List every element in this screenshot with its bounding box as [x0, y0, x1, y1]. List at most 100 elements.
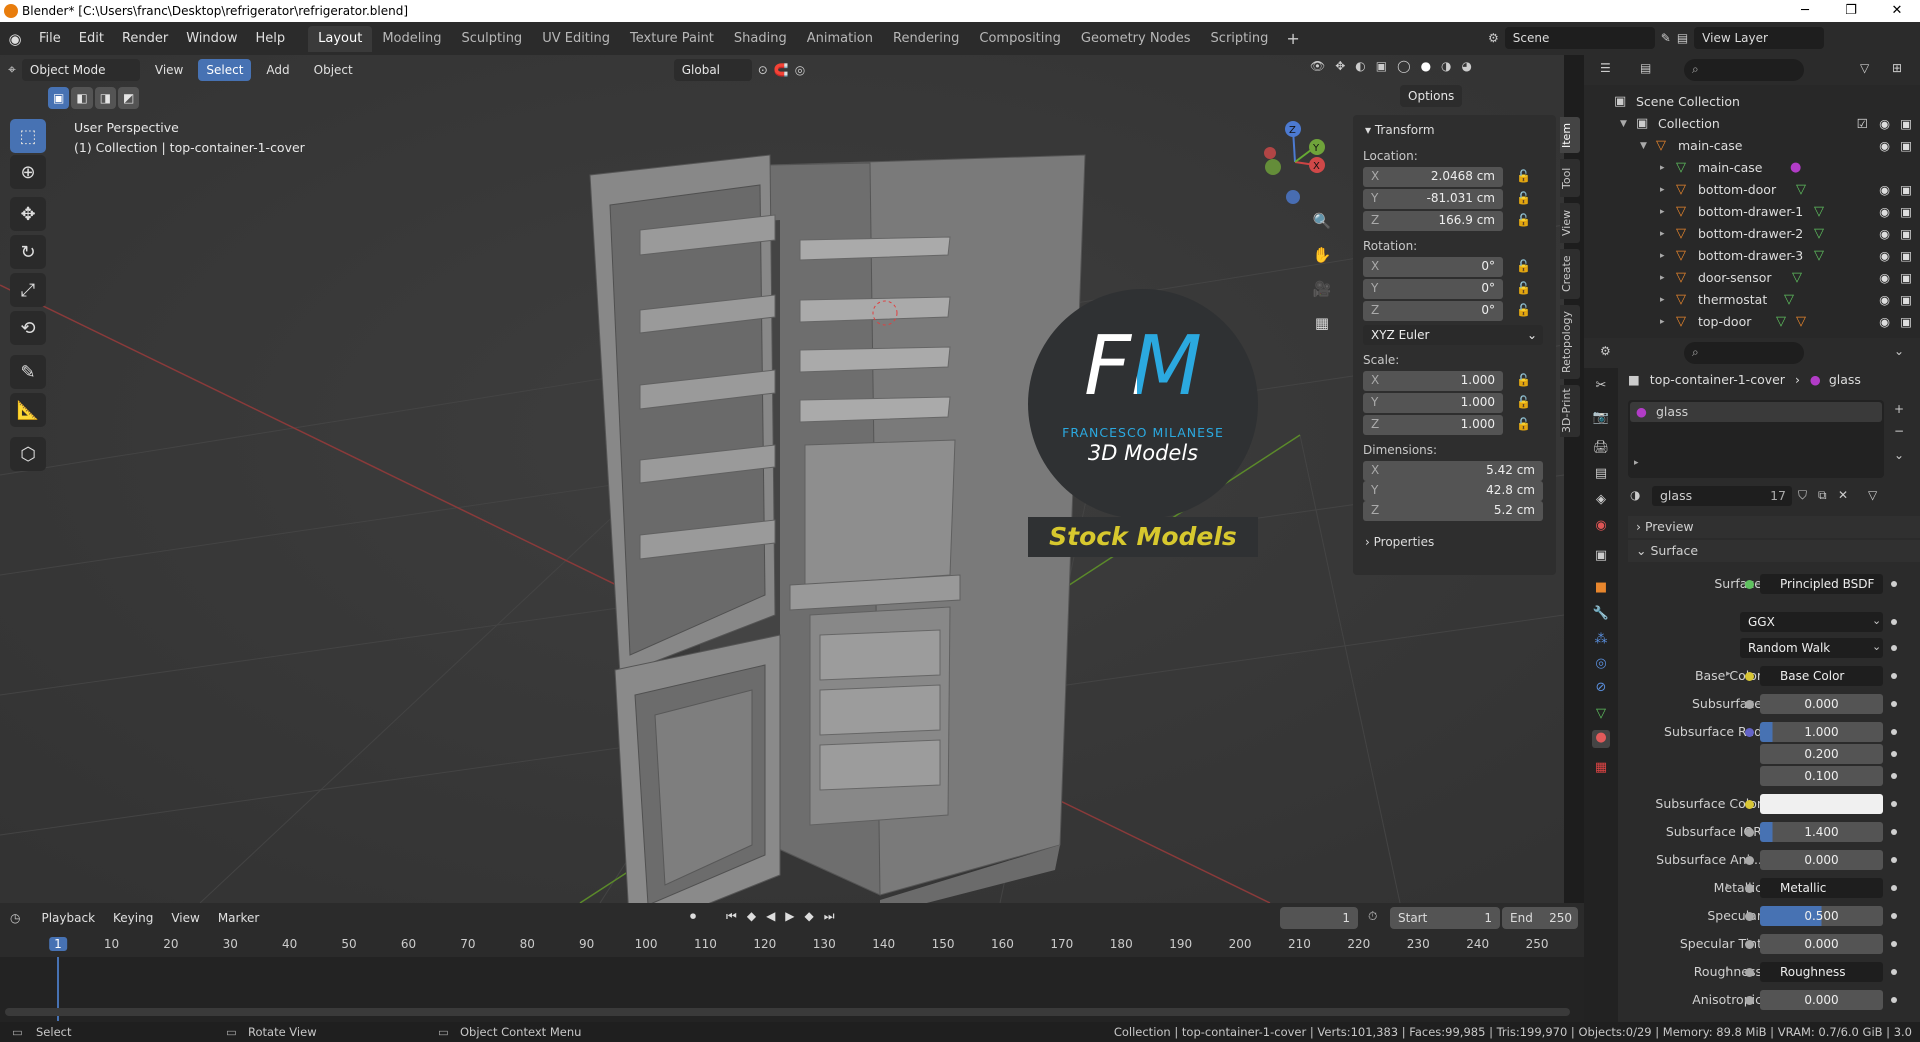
- view-layer-selector[interactable]: View Layer: [1694, 27, 1825, 49]
- camera-icon[interactable]: ▣: [1900, 113, 1912, 135]
- property-field[interactable]: 0.500: [1760, 906, 1883, 926]
- scale-y-field[interactable]: Y 1.000: [1363, 393, 1503, 413]
- start-frame-field[interactable]: Start 1: [1390, 907, 1500, 929]
- add-cube-tool[interactable]: ⬡: [10, 437, 46, 471]
- end-frame-field[interactable]: End 250: [1502, 907, 1578, 929]
- tab-item[interactable]: Item: [1560, 117, 1580, 153]
- transform-header[interactable]: ▾ Transform: [1365, 123, 1435, 137]
- timeline-ruler[interactable]: 1 10 20 30 40 50 60 70 80 90 100 110 120 130 140 150 160…: [0, 933, 1584, 957]
- socket-icon[interactable]: [1745, 996, 1754, 1005]
- timeline-editor[interactable]: ◷ Playback Keying View Marker ⏺ ⏮ ◆ ◀ ▶ …: [0, 903, 1584, 1022]
- tab-layout[interactable]: Layout: [308, 25, 373, 52]
- socket-icon[interactable]: [1745, 672, 1754, 681]
- scale-z-field[interactable]: Z 1.000: [1363, 415, 1503, 435]
- tab-tool[interactable]: Tool: [1560, 159, 1580, 197]
- camera-icon[interactable]: ▣: [1900, 289, 1912, 311]
- navigation-gizmo[interactable]: Z X Y: [1255, 117, 1335, 207]
- frame-tick[interactable]: 170: [1050, 937, 1073, 951]
- rotation-mode-select[interactable]: XYZ Euler ⌄: [1363, 325, 1543, 345]
- tab-compositing[interactable]: Compositing: [969, 26, 1071, 52]
- outliner-item[interactable]: ▸ ▽ main-case ●: [1584, 157, 1920, 179]
- viewport-menu-object[interactable]: Object: [305, 58, 362, 82]
- outliner-item[interactable]: ▸ ▽ door-sensor ▽ ◉ ▣: [1584, 267, 1920, 289]
- property-field[interactable]: [1760, 794, 1883, 814]
- select-extend-icon[interactable]: ◧: [71, 87, 93, 109]
- add-workspace-icon[interactable]: +: [1278, 29, 1307, 48]
- property-field[interactable]: 0.000: [1760, 850, 1883, 870]
- view-layer-icon[interactable]: ▤: [1677, 31, 1688, 45]
- select-subtract-icon[interactable]: ◨: [94, 87, 117, 109]
- socket-icon[interactable]: [1745, 828, 1754, 837]
- keyframe-dot-icon[interactable]: [1891, 941, 1897, 947]
- keyframe-dot-icon[interactable]: [1891, 581, 1897, 587]
- ortho-grid-icon[interactable]: ▦: [1308, 309, 1336, 337]
- lock-icon[interactable]: 🔓: [1516, 281, 1531, 295]
- property-field[interactable]: 0.100: [1760, 766, 1883, 786]
- lock-icon[interactable]: 🔓: [1516, 373, 1531, 387]
- eye-icon[interactable]: ◉: [1879, 245, 1890, 267]
- properties-subpanel[interactable]: › Properties: [1365, 535, 1434, 549]
- eye-icon[interactable]: ◉: [1879, 223, 1890, 245]
- tab-rendering[interactable]: Rendering: [883, 26, 969, 52]
- lock-icon[interactable]: 🔓: [1516, 213, 1531, 227]
- next-keyframe-icon[interactable]: ◆: [805, 909, 814, 924]
- camera-icon[interactable]: ▣: [1900, 179, 1912, 201]
- close-button[interactable]: ✕: [1874, 0, 1920, 22]
- frame-tick[interactable]: 60: [401, 937, 416, 951]
- menu-render[interactable]: Render: [113, 27, 177, 51]
- keyframe-dot-icon[interactable]: [1891, 673, 1897, 679]
- refrigerator-model[interactable]: [589, 154, 1086, 903]
- socket-icon[interactable]: [1745, 856, 1754, 865]
- scene-selector[interactable]: Scene: [1504, 27, 1655, 49]
- property-field[interactable]: Metallic: [1760, 878, 1883, 898]
- mode-selector[interactable]: Object Mode: [21, 59, 140, 81]
- frame-tick[interactable]: 10: [104, 937, 119, 951]
- keying-menu[interactable]: Keying: [104, 906, 162, 930]
- options-dropdown[interactable]: Options: [1400, 85, 1463, 107]
- eye-icon[interactable]: ◉: [1879, 289, 1890, 311]
- camera-icon[interactable]: ▣: [1900, 311, 1912, 333]
- tab-geometry-nodes[interactable]: Geometry Nodes: [1071, 26, 1201, 52]
- measure-tool[interactable]: 📐: [10, 393, 46, 427]
- socket-icon[interactable]: [1745, 580, 1754, 589]
- frame-tick[interactable]: 250: [1526, 937, 1549, 951]
- frame-tick[interactable]: 120: [753, 937, 776, 951]
- rotate-tool[interactable]: ↻: [10, 235, 46, 269]
- keyframe-dot-icon[interactable]: [1891, 645, 1897, 651]
- playback-menu[interactable]: Playback: [32, 906, 104, 930]
- outliner-editor-icon[interactable]: ☰: [1600, 61, 1611, 75]
- frame-tick[interactable]: 110: [694, 937, 717, 951]
- property-field[interactable]: 0.000: [1760, 934, 1883, 954]
- property-field[interactable]: Base Color: [1760, 666, 1883, 686]
- frame-tick[interactable]: 1: [49, 937, 67, 951]
- lock-icon[interactable]: 🔓: [1516, 259, 1531, 273]
- timeline-view-menu[interactable]: View: [162, 906, 208, 930]
- frame-tick[interactable]: 220: [1347, 937, 1370, 951]
- outliner-item[interactable]: ▸ ▽ thermostat ▽ ◉ ▣: [1584, 289, 1920, 311]
- keyframe-dot-icon[interactable]: [1891, 969, 1897, 975]
- camera-icon[interactable]: ▣: [1900, 201, 1912, 223]
- eye-icon[interactable]: ◉: [1879, 135, 1890, 157]
- keyframe-dot-icon[interactable]: [1891, 729, 1897, 735]
- eye-icon[interactable]: ◉: [1879, 267, 1890, 289]
- eye-icon[interactable]: ◉: [1879, 311, 1890, 333]
- keyframe-dot-icon[interactable]: [1891, 885, 1897, 891]
- keyframe-dot-icon[interactable]: [1891, 829, 1897, 835]
- socket-icon[interactable]: [1745, 800, 1754, 809]
- transform-tool[interactable]: ⟲: [10, 311, 46, 345]
- outliner-search-input[interactable]: ⌕: [1684, 59, 1804, 81]
- tab-scripting[interactable]: Scripting: [1201, 26, 1279, 52]
- frame-tick[interactable]: 100: [635, 937, 658, 951]
- lock-icon[interactable]: 🔓: [1516, 417, 1531, 431]
- property-field[interactable]: GGX: [1740, 612, 1883, 632]
- lock-icon[interactable]: 🔓: [1516, 169, 1531, 183]
- tab-sculpting[interactable]: Sculpting: [451, 26, 532, 52]
- camera-icon[interactable]: ▣: [1900, 267, 1912, 289]
- socket-icon[interactable]: [1745, 968, 1754, 977]
- jump-start-icon[interactable]: ⏮: [726, 909, 737, 924]
- property-field[interactable]: Random Walk: [1740, 638, 1883, 658]
- outliner-item[interactable]: ▸ ▽ bottom-drawer-2 ▽ ◉ ▣: [1584, 223, 1920, 245]
- visibility-icon[interactable]: 👁: [1310, 59, 1325, 73]
- tab-animation[interactable]: Animation: [797, 26, 883, 52]
- frame-tick[interactable]: 150: [932, 937, 955, 951]
